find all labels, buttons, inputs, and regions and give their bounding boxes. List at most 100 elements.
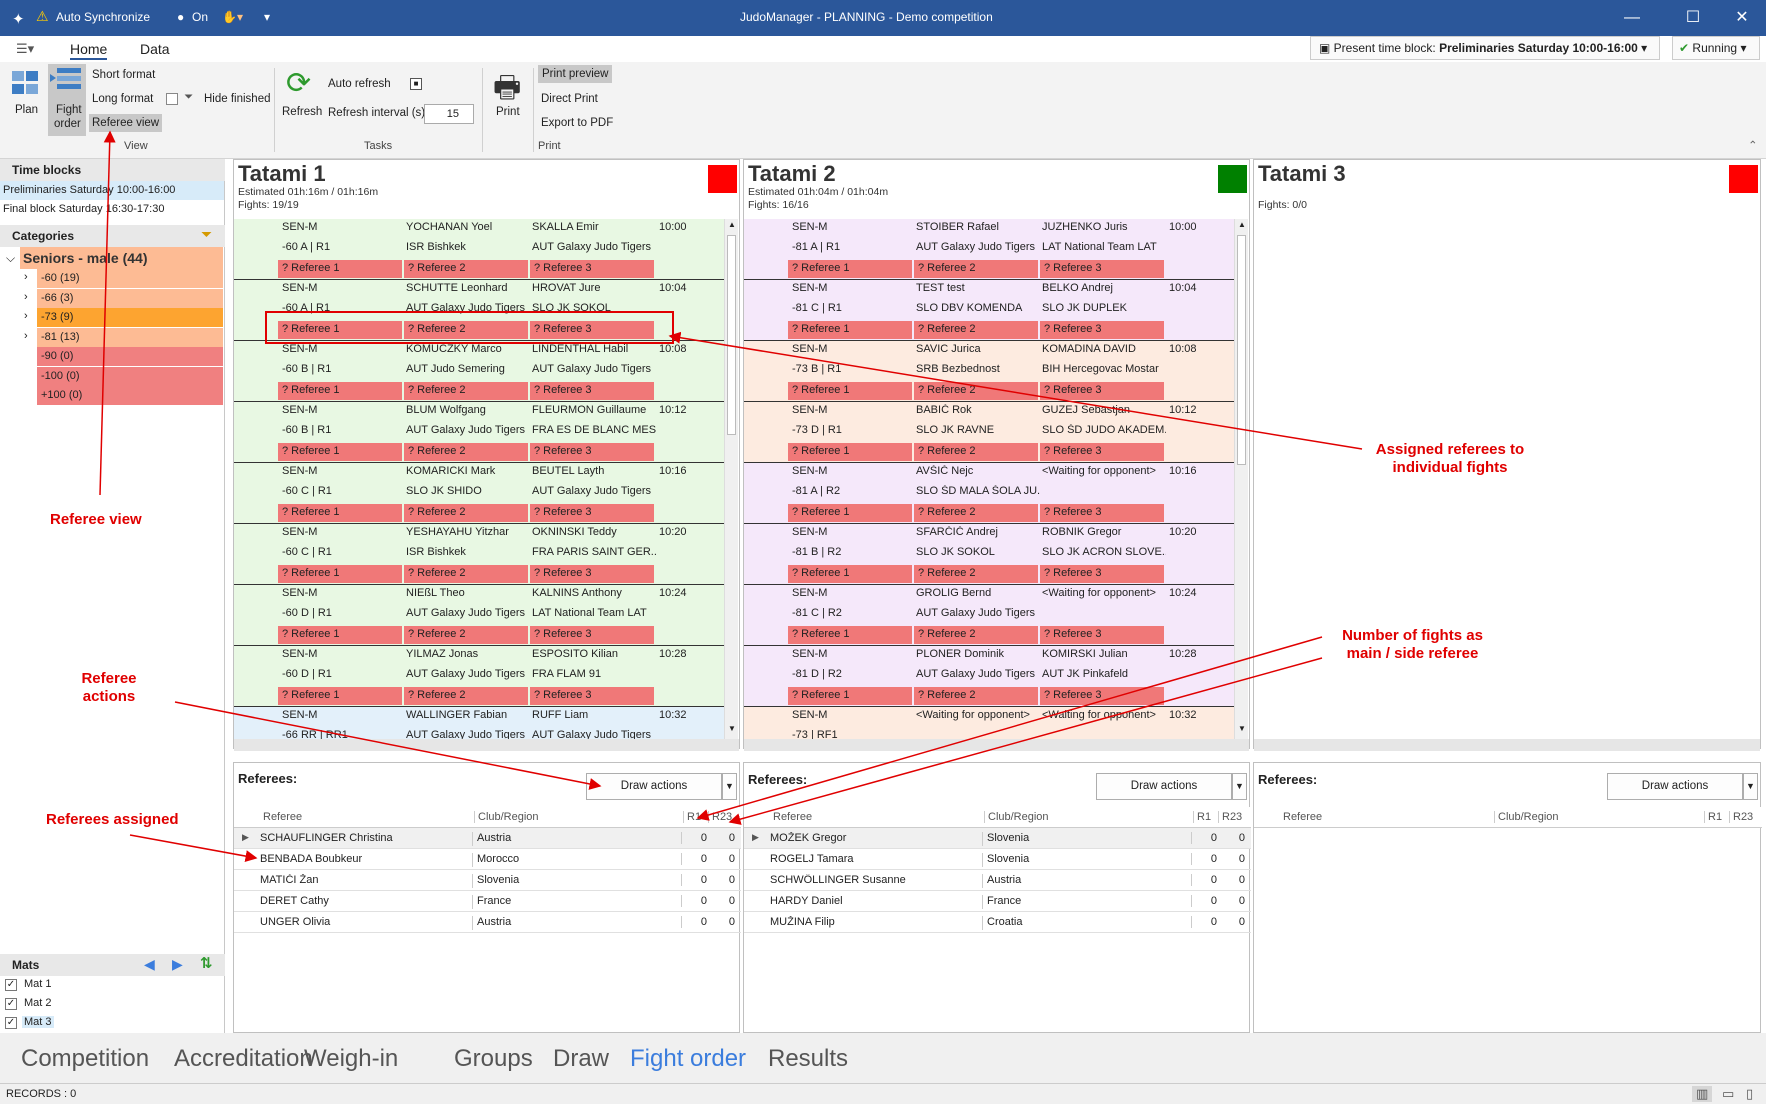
fight-row[interactable]: SEN-M -81 C | R1 TEST test SLO DBV KOMENDA B… (744, 280, 1234, 341)
referee-slot-3[interactable]: ? Referee 3 (1040, 443, 1164, 461)
referee-view-button[interactable]: Referee view (89, 114, 163, 132)
view-reading-icon[interactable]: ▭ (1722, 1086, 1734, 1102)
referee-slot-2[interactable]: ? Referee 2 (914, 565, 1038, 583)
fight-row[interactable]: SEN-M -81 C | R2 GROLIG Bernd AUT Galaxy Ju… (744, 585, 1234, 646)
draw-actions-button[interactable]: Draw actions (1096, 773, 1232, 800)
referee-slot-1[interactable]: ? Referee 1 (788, 687, 912, 705)
sort-icon[interactable]: ⇅ (200, 954, 213, 972)
nav-fight-order[interactable]: Fight order (630, 1045, 746, 1073)
tab-home[interactable]: Home (70, 41, 108, 60)
mat-item[interactable]: ✓ Mat 1 (0, 976, 224, 995)
referee-slot-2[interactable]: ? Referee 2 (914, 504, 1038, 522)
referee-slot-3[interactable]: ? Referee 3 (1040, 260, 1164, 278)
scroll-up-icon[interactable]: ▲ (728, 220, 736, 229)
referee-row[interactable]: DERET Cathy France 0 0 (234, 891, 741, 912)
fight-row[interactable]: SEN-M -60 A | R1 YOCHANAN Yoel ISR Bishkek S… (234, 219, 724, 280)
nav-results[interactable]: Results (768, 1045, 848, 1073)
export-pdf-button[interactable]: Export to PDF (541, 117, 613, 129)
horizontal-scrollbar[interactable] (1254, 739, 1760, 751)
short-format-button[interactable]: Short format (92, 69, 155, 81)
referee-slot-2[interactable]: ? Referee 2 (914, 443, 1038, 461)
fight-row[interactable]: SEN-M -73 | RF1 <Waiting for opponent> <Wai… (744, 707, 1234, 739)
referee-row[interactable]: SCHWÖLLINGER Susanne Austria 0 0 (744, 870, 1251, 891)
print-preview-button[interactable]: Print preview (538, 65, 613, 83)
status-flag[interactable] (1218, 165, 1247, 193)
referee-slot-2[interactable]: ? Referee 2 (914, 382, 1038, 400)
referee-slot-2[interactable]: ? Referee 2 (404, 687, 528, 705)
draw-actions-button[interactable]: Draw actions (1607, 773, 1743, 800)
fight-row[interactable]: SEN-M -81 B | R2 SFARČIČ Andrej SLO JK SOKO… (744, 524, 1234, 585)
referee-slot-3[interactable]: ? Referee 3 (530, 382, 654, 400)
row-expand-icon[interactable]: ▶ (752, 832, 759, 843)
view-normal-icon[interactable]: ▥ (1692, 1086, 1713, 1102)
referee-slot-2[interactable]: ? Referee 2 (914, 687, 1038, 705)
referee-row[interactable]: MUŽINA Filip Croatia 0 0 (744, 912, 1251, 933)
fight-row[interactable]: SEN-M -66 RR | RR1 WALLINGER Fabian AUT Gal… (234, 707, 724, 739)
category-item[interactable]: -73 (9) (37, 308, 223, 327)
referee-row[interactable]: BENBADA Boubkeur Morocco 0 0 (234, 849, 741, 870)
direct-print-button[interactable]: Direct Print (541, 93, 598, 105)
mat-item[interactable]: ✓ Mat 2 (0, 995, 224, 1014)
referee-slot-2[interactable]: ? Referee 2 (404, 565, 528, 583)
referee-slot-2[interactable]: ? Referee 2 (404, 260, 528, 278)
time-block-selector[interactable]: ▣ Present time block: Preliminaries Satu… (1310, 36, 1660, 60)
category-item[interactable]: +100 (0) (37, 386, 223, 405)
plan-button[interactable] (10, 68, 40, 100)
time-block-item[interactable]: Final block Saturday 16:30-17:30 (0, 200, 224, 219)
horizontal-scrollbar[interactable] (234, 739, 739, 751)
referee-slot-3[interactable]: ? Referee 3 (530, 260, 654, 278)
expand-chevron-icon[interactable]: › (24, 330, 28, 342)
nav-weigh-in[interactable]: Weigh-in (304, 1045, 398, 1073)
referee-slot-3[interactable]: ? Referee 3 (1040, 626, 1164, 644)
referee-row[interactable]: ▶ SCHAUFLINGER Christina Austria 0 0 (234, 828, 741, 849)
scroll-down-icon[interactable]: ▼ (1238, 724, 1246, 733)
nav-competition[interactable]: Competition (21, 1045, 149, 1073)
referee-slot-2[interactable]: ? Referee 2 (404, 321, 528, 339)
referee-slot-1[interactable]: ? Referee 1 (788, 321, 912, 339)
referee-slot-2[interactable]: ? Referee 2 (404, 382, 528, 400)
long-format-button[interactable]: Long format (92, 93, 153, 105)
expand-chevron-icon[interactable]: › (24, 271, 28, 283)
fight-row[interactable]: SEN-M -81 A | R2 AVŠIČ Nejc SLO ŠD MALA ŠOL… (744, 463, 1234, 524)
tab-data[interactable]: Data (140, 41, 170, 57)
mat-checkbox[interactable]: ✓ (5, 979, 17, 991)
referee-slot-1[interactable]: ? Referee 1 (278, 321, 402, 339)
referee-row[interactable]: HARDY Daniel France 0 0 (744, 891, 1251, 912)
maximize-button[interactable]: ☐ (1673, 6, 1713, 30)
referee-slot-3[interactable]: ? Referee 3 (1040, 565, 1164, 583)
referee-slot-1[interactable]: ? Referee 1 (788, 260, 912, 278)
referee-slot-3[interactable]: ? Referee 3 (530, 687, 654, 705)
referee-slot-2[interactable]: ? Referee 2 (404, 504, 528, 522)
auto-refresh-checkbox[interactable]: ■ (410, 78, 422, 90)
collapse-ribbon-icon[interactable]: ⌃ (1748, 138, 1758, 152)
referee-slot-2[interactable]: ? Referee 2 (404, 443, 528, 461)
fight-row[interactable]: SEN-M -60 B | R1 BLUM Wolfgang AUT Galaxy J… (234, 402, 724, 463)
collapse-chevron-icon[interactable]: ⌵ (6, 251, 15, 266)
draw-actions-button[interactable]: Draw actions (586, 773, 722, 800)
referee-slot-3[interactable]: ? Referee 3 (530, 443, 654, 461)
scroll-thumb[interactable] (727, 235, 736, 435)
category-item[interactable]: -60 (19) (37, 269, 223, 288)
category-item[interactable]: -90 (0) (37, 347, 223, 366)
referee-slot-1[interactable]: ? Referee 1 (788, 504, 912, 522)
referee-slot-1[interactable]: ? Referee 1 (788, 565, 912, 583)
fight-row[interactable]: SEN-M -60 C | R1 KOMARICKI Mark SLO JK SHID… (234, 463, 724, 524)
nav-draw[interactable]: Draw (553, 1045, 609, 1073)
nav-accreditation[interactable]: Accreditation (174, 1045, 313, 1073)
referee-slot-1[interactable]: ? Referee 1 (278, 687, 402, 705)
category-item[interactable]: -100 (0) (37, 366, 223, 386)
fight-row[interactable]: SEN-M -81 D | R2 PLONER Dominik AUT Galaxy … (744, 646, 1234, 707)
referee-slot-2[interactable]: ? Referee 2 (914, 626, 1038, 644)
referee-slot-1[interactable]: ? Referee 1 (788, 626, 912, 644)
referee-slot-3[interactable]: ? Referee 3 (530, 321, 654, 339)
time-block-item[interactable]: Preliminaries Saturday 10:00-16:00 (0, 181, 224, 200)
status-flag[interactable] (1729, 165, 1758, 193)
sync-state-toggle[interactable]: On (192, 10, 208, 24)
draw-actions-dropdown[interactable]: ▼ (722, 773, 737, 800)
qat-dropdown-icon[interactable]: ▾ (264, 10, 270, 24)
scroll-down-icon[interactable]: ▼ (728, 724, 736, 733)
prev-arrow-icon[interactable]: ◀ (144, 956, 155, 973)
close-button[interactable]: ✕ (1722, 6, 1762, 30)
referee-slot-1[interactable]: ? Referee 1 (278, 260, 402, 278)
referee-slot-2[interactable]: ? Referee 2 (914, 321, 1038, 339)
